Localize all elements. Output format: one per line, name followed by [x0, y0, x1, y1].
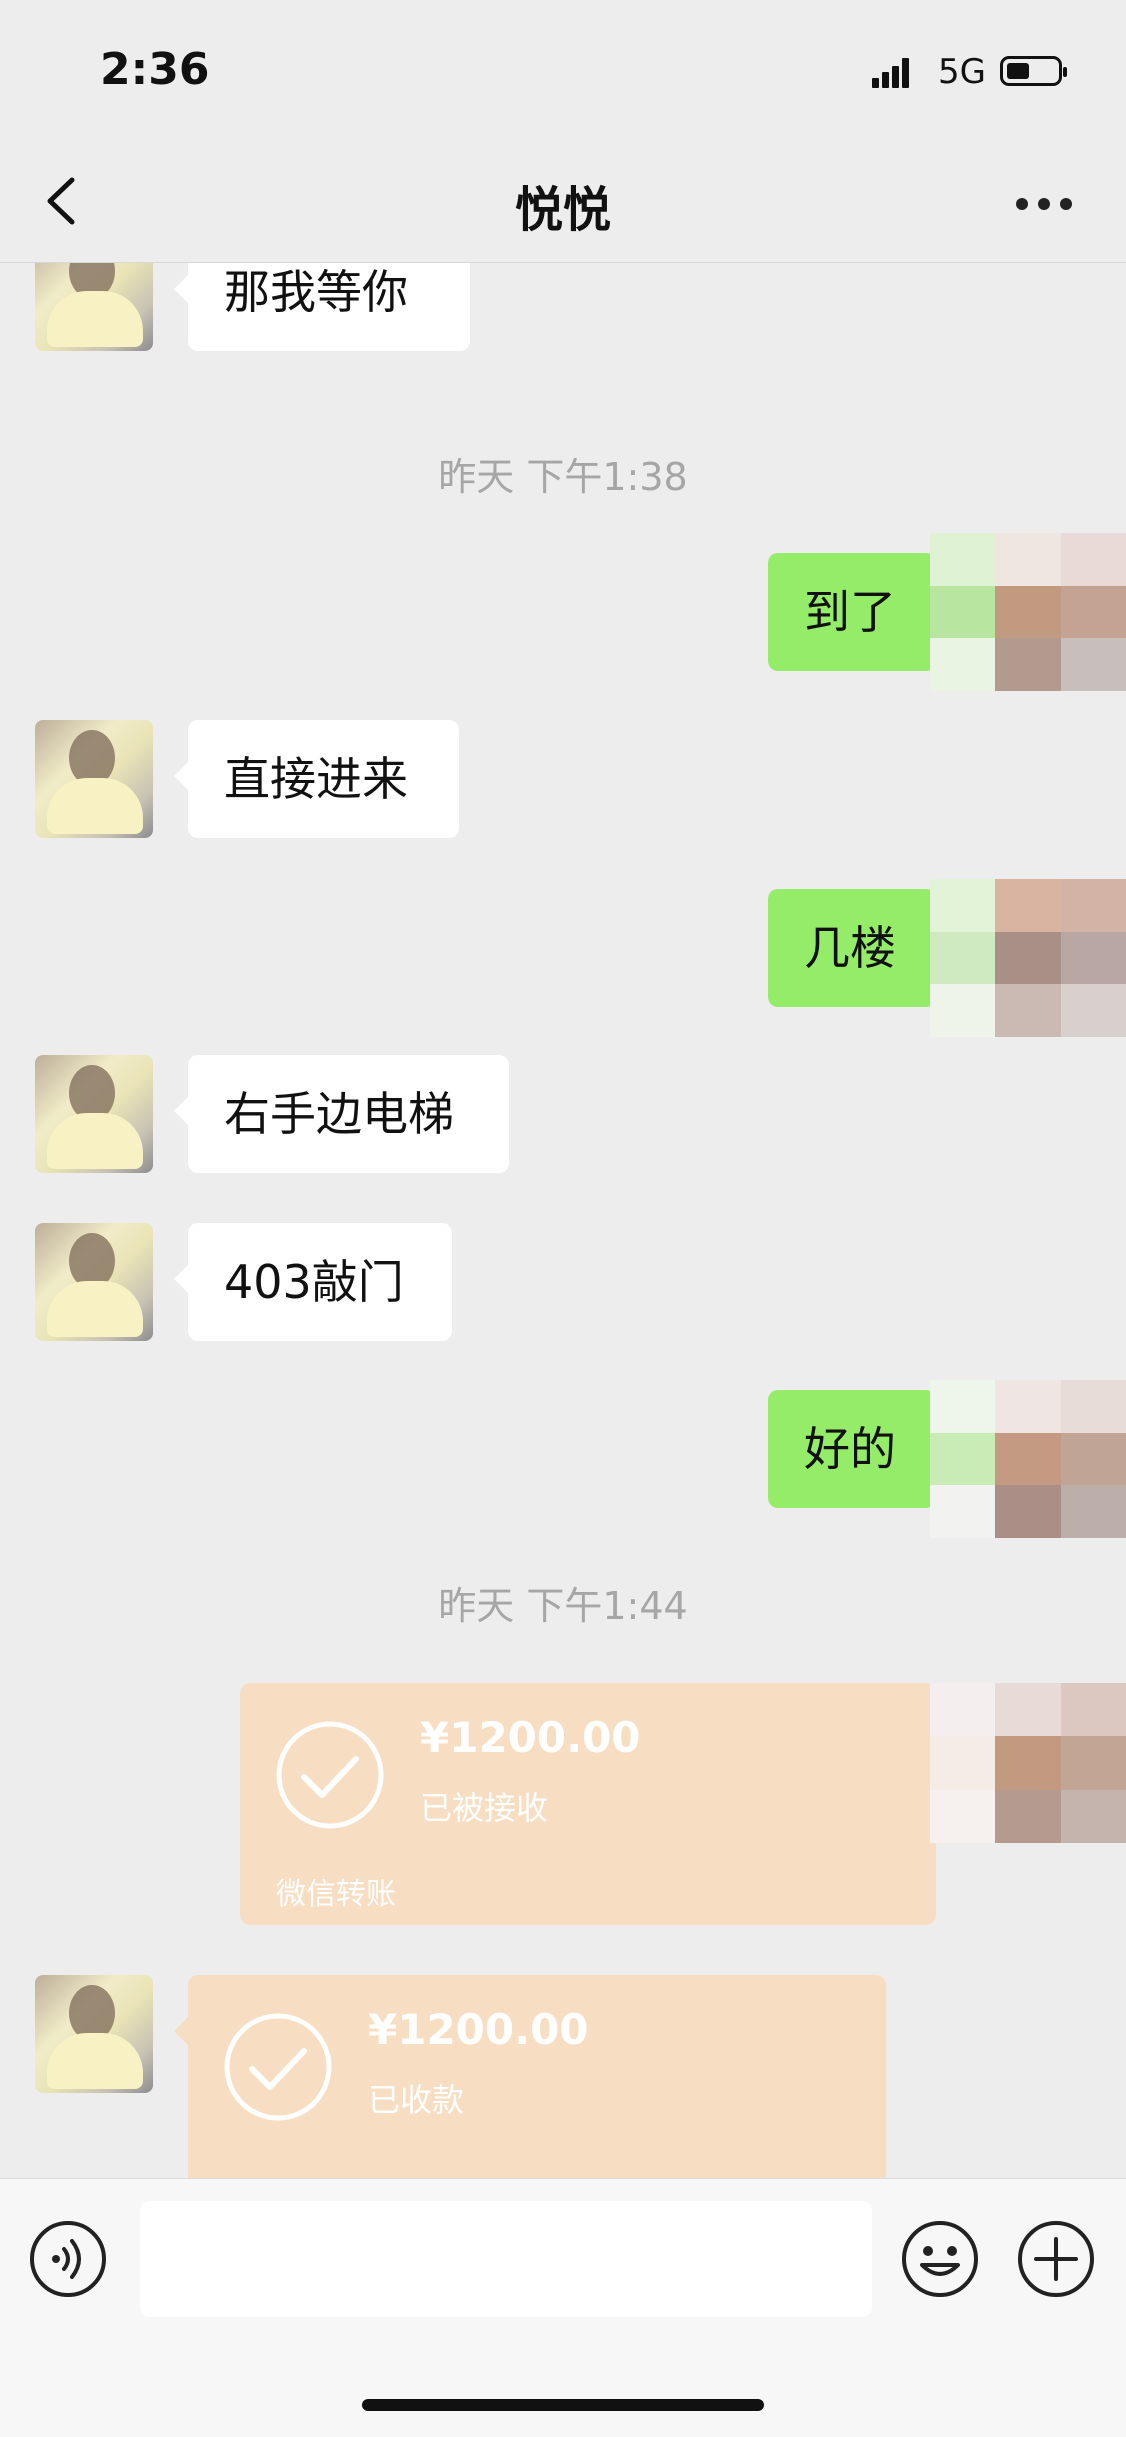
contact-avatar[interactable] [35, 720, 153, 838]
my-avatar[interactable] [930, 1380, 1126, 1538]
transfer-amount: ¥1200.00 [420, 1713, 641, 1762]
message-bubble-outgoing[interactable]: 到了 [768, 553, 950, 671]
voice-icon[interactable] [28, 2219, 108, 2299]
plus-icon[interactable] [1016, 2219, 1096, 2299]
message-bubble-incoming[interactable]: 直接进来 [174, 720, 459, 838]
message-bubble-outgoing[interactable]: 几楼 [768, 889, 950, 1007]
transfer-footer: 微信转账 [276, 1877, 396, 1912]
my-avatar[interactable] [930, 533, 1126, 691]
my-avatar[interactable] [930, 879, 1126, 1037]
more-dots-icon[interactable] [1016, 198, 1072, 210]
check-circle-icon [224, 2013, 332, 2121]
transfer-status: 已收款 [368, 2081, 465, 2119]
message-timestamp: 昨天 下午1:38 [438, 455, 688, 499]
chat-header: 悦悦 [0, 140, 1126, 263]
check-circle-icon [276, 1721, 384, 1829]
message-bubble-incoming[interactable]: 那我等你 [174, 263, 470, 351]
battery-icon [1000, 56, 1067, 86]
message-bubble-incoming[interactable]: 右手边电梯 [174, 1055, 509, 1173]
transfer-status: 已被接收 [420, 1789, 549, 1827]
message-bubble-outgoing[interactable]: 好的 [768, 1390, 950, 1508]
my-avatar[interactable] [930, 1683, 1126, 1843]
home-indicator[interactable] [362, 2399, 764, 2411]
contact-avatar[interactable] [35, 263, 153, 351]
message-timestamp: 昨天 下午1:44 [438, 1584, 688, 1628]
transfer-amount: ¥1200.00 [368, 2005, 589, 2054]
status-time: 2:36 [100, 44, 210, 95]
contact-avatar[interactable] [35, 1975, 153, 2093]
battery-level [1007, 63, 1029, 79]
transfer-card[interactable]: ¥1200.00 已收款 [174, 1975, 886, 2178]
emoji-icon[interactable] [900, 2219, 980, 2299]
message-list[interactable]: 那我等你 昨天 下午1:38 到了 直接进来 几楼 右手边电梯 403敲门 好的… [0, 263, 1126, 2178]
contact-avatar[interactable] [35, 1223, 153, 1341]
message-input[interactable] [140, 2201, 872, 2317]
signal-icon [872, 58, 912, 88]
message-bubble-incoming[interactable]: 403敲门 [174, 1223, 452, 1341]
input-bar [0, 2178, 1126, 2437]
network-type: 5G [938, 52, 986, 92]
contact-avatar[interactable] [35, 1055, 153, 1173]
transfer-card[interactable]: ¥1200.00 已被接收 微信转账 [240, 1683, 950, 1925]
status-bar: 2:36 5G [0, 0, 1126, 140]
chat-title: 悦悦 [514, 182, 611, 238]
